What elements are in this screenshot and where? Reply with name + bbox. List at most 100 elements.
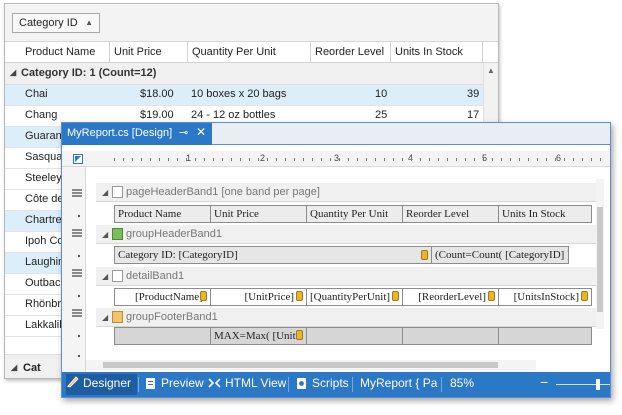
pin-icon[interactable]: ⊸ [179, 126, 188, 139]
table-row[interactable]: Chai $18.00 10 boxes x 20 bags 10 39 [5, 85, 485, 106]
document-tab-bar: MyReport.cs [Design] ⊸ ✕ [62, 123, 610, 145]
collapse-triangle-icon[interactable]: ◢ [102, 230, 108, 239]
report-header-cell-unit-price[interactable]: Unit Price [210, 205, 307, 223]
report-header-cell-units-in-stock[interactable]: Units In Stock [498, 205, 592, 223]
report-group-cell-category[interactable]: Category ID: [CategoryID] [114, 246, 432, 264]
designer-icon [67, 376, 79, 388]
table-row[interactable]: Steeleye [5, 169, 68, 190]
group-header-band-icon [112, 228, 123, 240]
report-footer-cell-empty[interactable] [306, 327, 403, 345]
ruler-tick [114, 158, 115, 161]
document-tab-myreport[interactable]: MyReport.cs [Design] ⊸ ✕ [62, 123, 212, 145]
group-panel: Category ID ▲ [5, 4, 498, 42]
expression-tag-icon[interactable] [200, 291, 207, 301]
column-header-quantity-per-unit[interactable]: Quantity Per Unit [188, 42, 311, 63]
expression-tag-icon[interactable] [421, 250, 428, 260]
report-selector[interactable]: MyReport { Pa [360, 376, 437, 393]
ruler-tick [600, 158, 601, 161]
gutter-dot [78, 335, 80, 337]
ruler-tick [528, 158, 529, 161]
report-detail-cell-quantity-per-unit[interactable]: [QuantityPerUnit] [306, 288, 403, 306]
designer-tab-button[interactable]: Designer [66, 374, 138, 395]
collapse-triangle-icon[interactable]: ◢ [10, 68, 16, 77]
column-header-reorder-level[interactable]: Reorder Level [311, 42, 391, 63]
scroll-thumb[interactable] [103, 362, 498, 368]
report-detail-cell-units-in-stock[interactable]: [UnitsInStock] [498, 288, 592, 306]
table-row[interactable]: Guaraná [5, 127, 68, 148]
band-handle-icon[interactable] [72, 229, 82, 237]
table-row[interactable]: Côte de [5, 190, 65, 211]
scripts-label: Scripts [312, 376, 349, 390]
report-detail-cell-reorder-level[interactable]: [ReorderLevel] [402, 288, 499, 306]
band-page-header[interactable]: ◢ pageHeaderBand1 [one band per page] [96, 183, 600, 202]
ruler-tick [537, 158, 538, 161]
column-header-unit-price[interactable]: Unit Price [110, 42, 188, 63]
expression-tag-icon[interactable] [488, 291, 495, 301]
ruler-tick [357, 158, 358, 161]
scroll-up-arrow-icon[interactable]: ▲ [487, 66, 495, 75]
collapse-triangle-icon[interactable]: ◢ [11, 363, 17, 372]
table-row[interactable]: Sasquat [5, 148, 65, 169]
band-group-header[interactable]: ◢ groupHeaderBand1 [96, 225, 600, 244]
close-icon[interactable]: ✕ [196, 125, 206, 139]
ruler-tick [384, 158, 385, 161]
ruler-corner-icon[interactable] [73, 154, 83, 164]
ruler-tick [573, 158, 574, 161]
designer-label: Designer [83, 376, 132, 390]
column-header-product-name[interactable]: Product Name [5, 42, 110, 63]
report-footer-cell-empty[interactable] [498, 327, 592, 345]
group-by-chip-category-id[interactable]: Category ID ▲ [12, 13, 100, 33]
report-detail-cell-product-name[interactable]: [ProductName] [114, 288, 211, 306]
table-row[interactable]: Outback [5, 274, 66, 295]
report-group-cell-count[interactable]: (Count=Count( [CategoryID] )) [431, 246, 569, 264]
designer-horizontal-scrollbar[interactable] [86, 360, 536, 370]
table-row[interactable]: Ipoh Co [5, 232, 65, 253]
band-detail[interactable]: ◢ detailBand1 [96, 267, 600, 286]
report-header-cell-reorder-level[interactable]: Reorder Level [402, 205, 499, 223]
scripts-tab-button[interactable]: Scripts [295, 376, 349, 393]
gutter-dot [78, 255, 80, 257]
cell-units-in-stock: 17 [467, 109, 480, 121]
collapse-triangle-icon[interactable]: ◢ [102, 313, 108, 322]
divider [441, 377, 442, 392]
report-header-cell-product-name[interactable]: Product Name [114, 205, 211, 223]
report-detail-cell-unit-price[interactable]: [UnitPrice] [210, 288, 307, 306]
preview-tab-button[interactable]: Preview [144, 376, 204, 393]
expression-tag-icon[interactable] [296, 330, 303, 340]
ruler-tick [546, 158, 547, 161]
ruler-tick [438, 158, 439, 161]
ruler-tick [492, 158, 493, 161]
zoom-slider-track[interactable] [556, 384, 610, 385]
zoom-level[interactable]: 85% [450, 376, 474, 393]
band-group-footer[interactable]: ◢ groupFooterBand1 [96, 308, 600, 327]
band-handle-icon[interactable] [72, 189, 82, 197]
report-footer-cell-empty[interactable] [114, 327, 211, 345]
report-header-cell-quantity-per-unit[interactable]: Quantity Per Unit [306, 205, 403, 223]
band-handle-icon[interactable] [72, 269, 82, 277]
ruler-tick [483, 158, 484, 161]
design-surface: ◢ pageHeaderBand1 [one band per page] Pr… [86, 167, 600, 372]
ruler-tick [420, 158, 421, 161]
column-header-units-in-stock[interactable]: Units In Stock [391, 42, 483, 63]
table-row[interactable]: Laughing [5, 253, 70, 274]
band-label: groupHeaderBand1 [126, 228, 223, 240]
html-view-tab-button[interactable]: HTML View [208, 376, 286, 393]
report-footer-cell-max-price[interactable]: MAX=Max( [UnitP [210, 327, 307, 345]
collapse-triangle-icon[interactable]: ◢ [102, 272, 108, 281]
zoom-out-button[interactable]: − [540, 374, 548, 391]
table-row[interactable]: Lakkaliko [5, 316, 71, 337]
collapse-triangle-icon[interactable]: ◢ [102, 188, 108, 197]
report-footer-cell-empty[interactable] [402, 327, 499, 345]
designer-vertical-scrollbar[interactable] [596, 179, 604, 329]
page-header-band-icon [112, 186, 123, 198]
table-row[interactable]: Chartreu [5, 211, 68, 232]
table-row[interactable]: Rhönbrä [5, 295, 67, 316]
zoom-slider-thumb[interactable] [596, 379, 600, 390]
scroll-thumb[interactable] [597, 207, 603, 312]
expression-tag-icon[interactable] [296, 291, 303, 301]
group-row-category-1[interactable]: ◢ Category ID: 1 (Count=12) [5, 63, 483, 85]
expression-tag-icon[interactable] [581, 291, 588, 301]
ruler-tick [465, 158, 466, 161]
band-handle-icon[interactable] [72, 309, 82, 317]
expression-tag-icon[interactable] [392, 291, 399, 301]
